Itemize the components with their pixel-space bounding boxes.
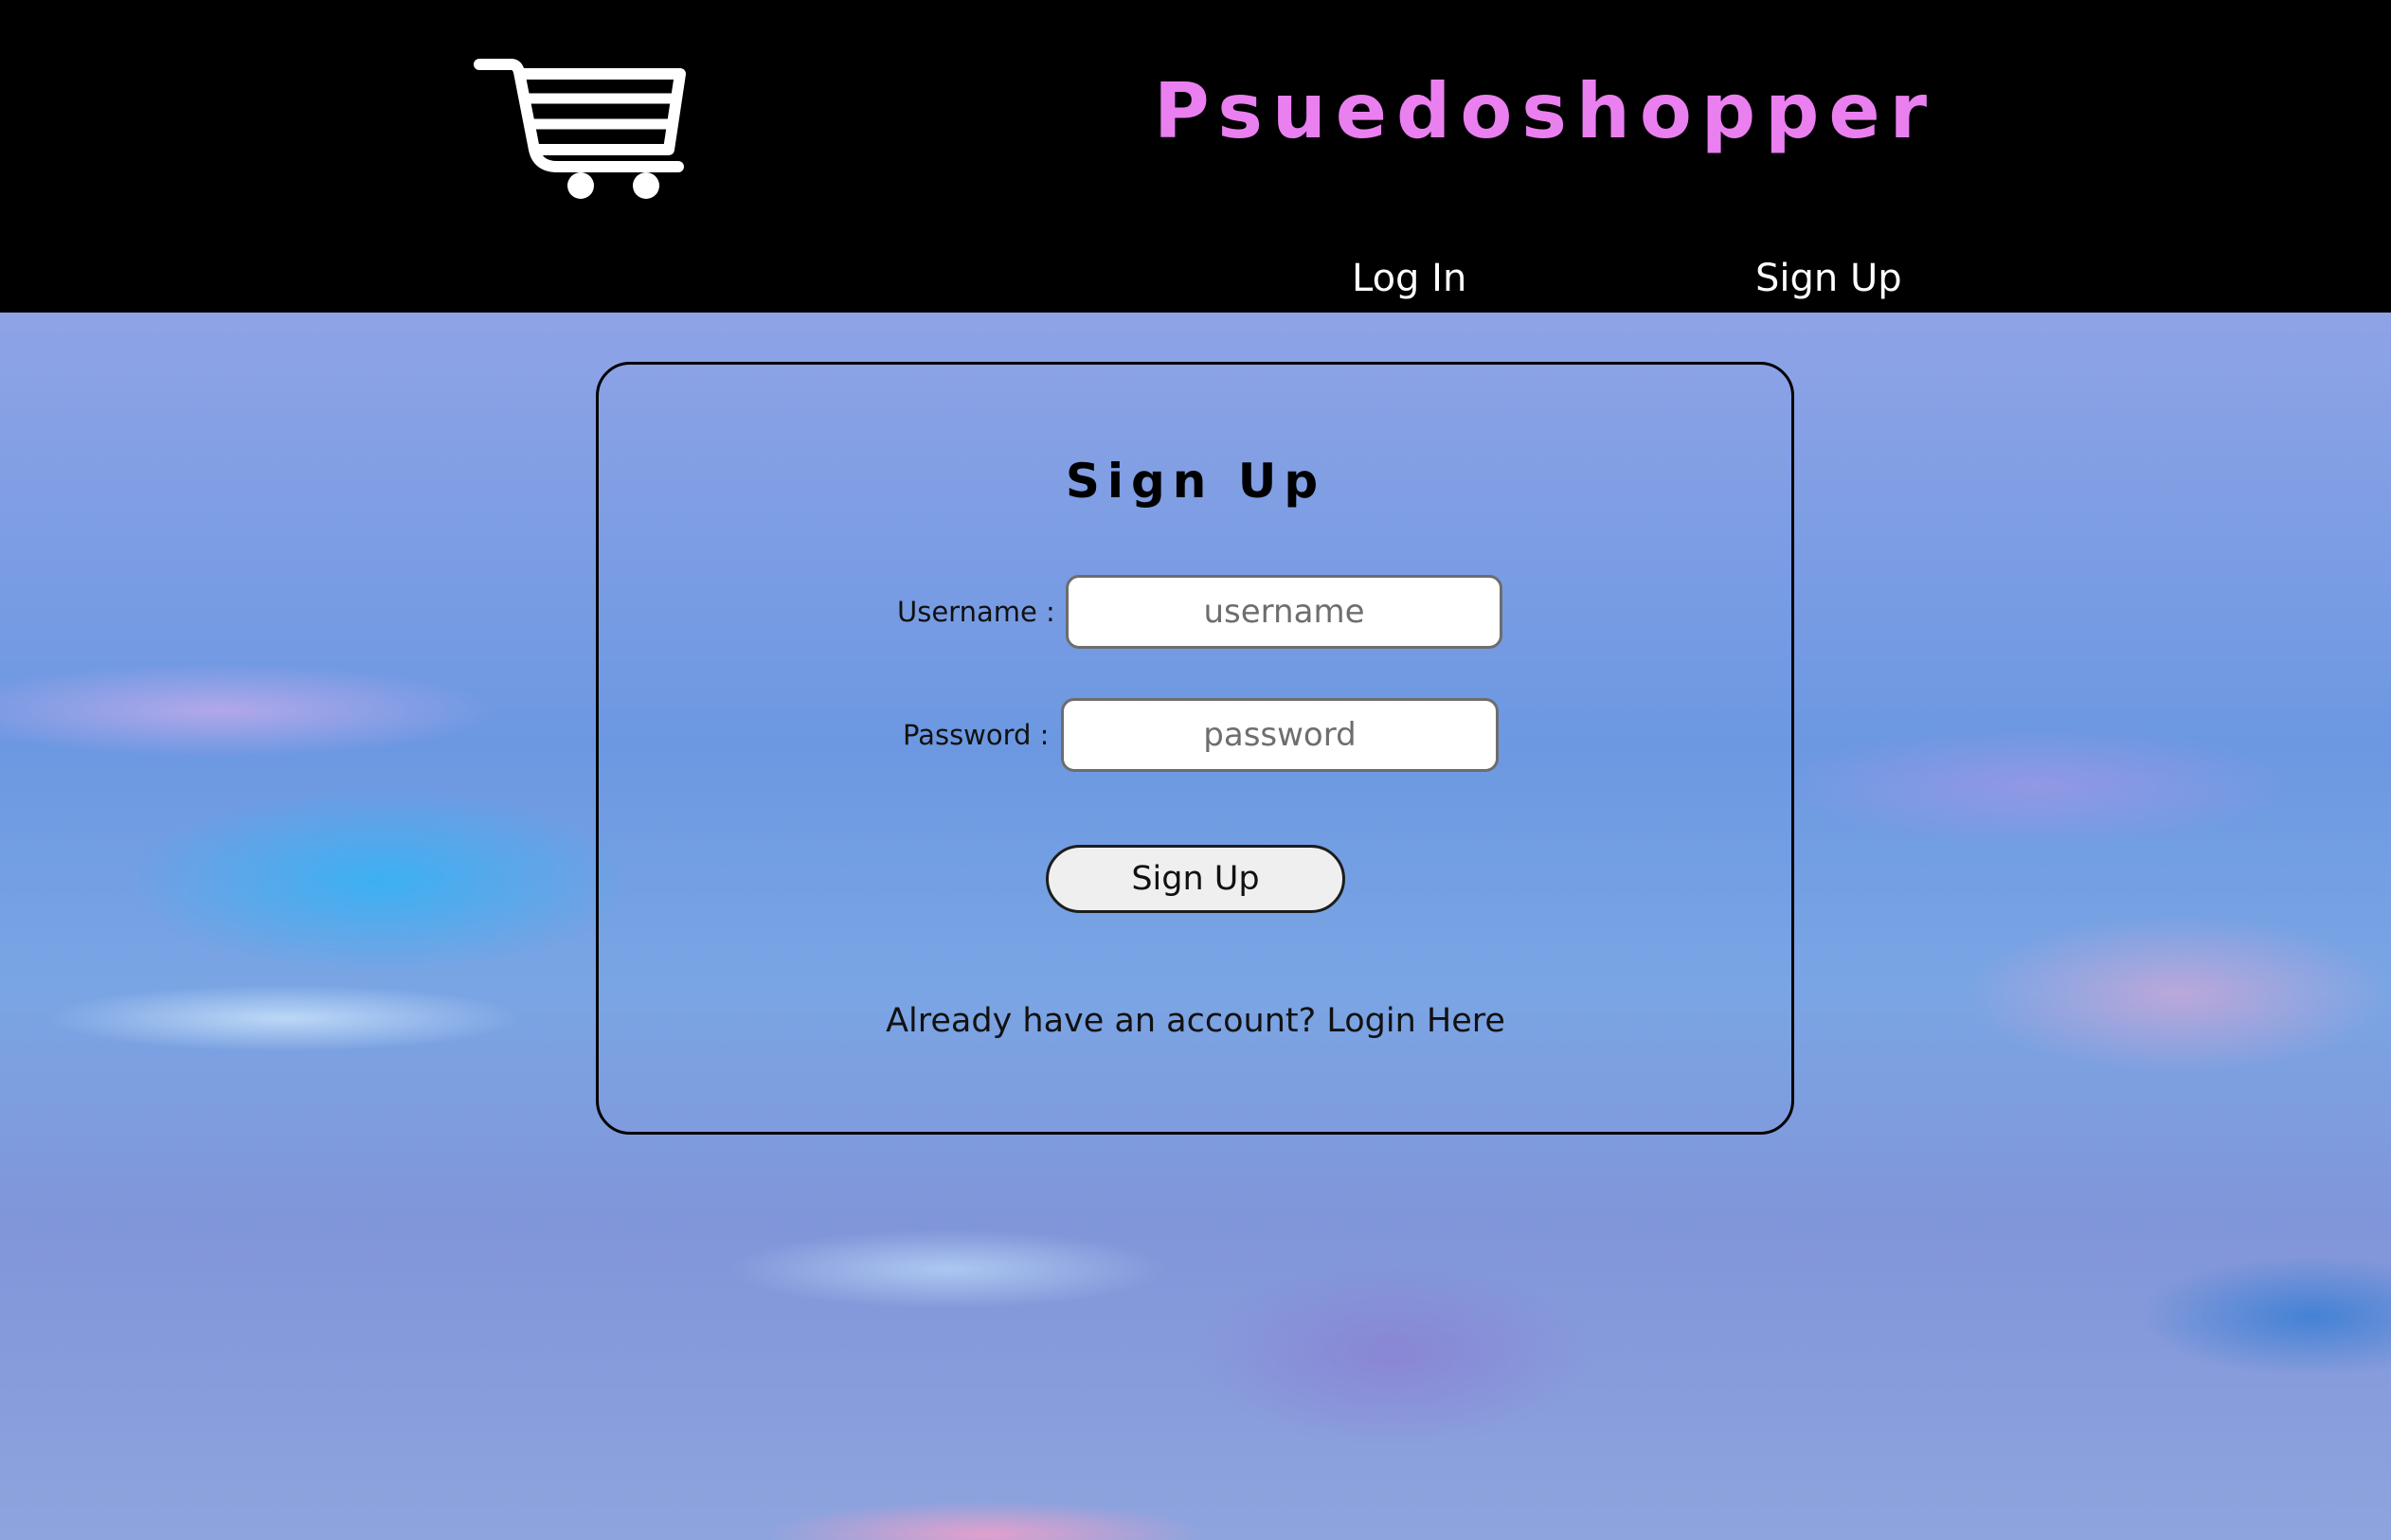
signup-submit-button[interactable]: Sign Up — [1046, 845, 1345, 913]
username-input[interactable] — [1066, 575, 1502, 649]
password-label: Password : — [903, 719, 1050, 751]
login-prompt: Already have an account? Login Here — [0, 1005, 2391, 1038]
signup-title: Sign Up — [1065, 454, 1326, 509]
username-label: Username : — [897, 596, 1055, 628]
brand-title: Psuedoshopper — [1154, 67, 1937, 155]
nav-login-link[interactable]: Log In — [1352, 260, 1466, 297]
page: Psuedoshopper Log In Sign Up Sign Up Use… — [0, 0, 2391, 1540]
already-have-account-text: Already have an account? — [886, 1002, 1317, 1040]
password-input[interactable] — [1061, 698, 1499, 772]
header-bar: Psuedoshopper Log In Sign Up — [0, 0, 2391, 313]
login-here-link[interactable]: Login Here — [1326, 1002, 1505, 1040]
nav-signup-link[interactable]: Sign Up — [1755, 260, 1902, 297]
shopping-cart-icon — [474, 59, 686, 199]
